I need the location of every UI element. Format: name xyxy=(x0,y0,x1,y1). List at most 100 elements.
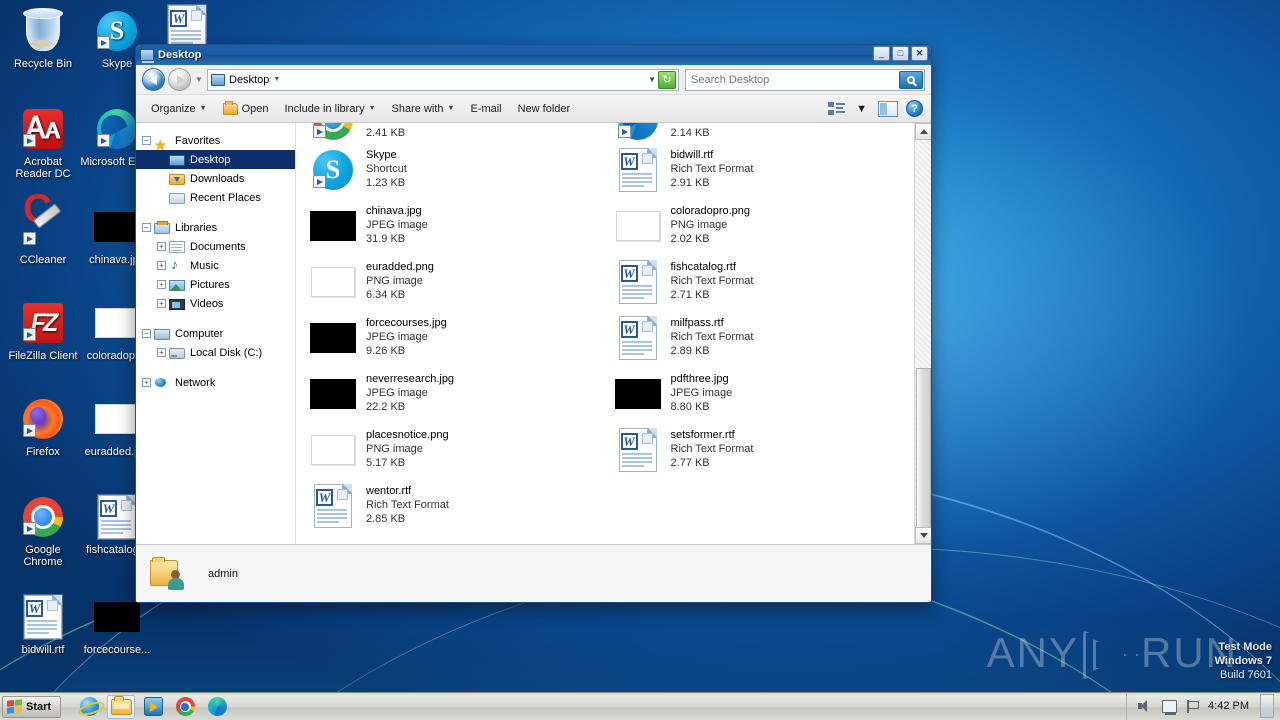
expander-toggle-icon[interactable] xyxy=(157,193,166,202)
desktop-icon-filezilla-client[interactable]: FZ FileZilla Client xyxy=(6,298,80,362)
chevron-down-icon[interactable]: ▼ xyxy=(448,105,455,112)
action-center-flag-icon[interactable] xyxy=(1186,699,1200,713)
file-list-item[interactable]: euradded.png PNG image 6.34 KB xyxy=(304,255,554,311)
desktop-icon-firefox[interactable]: Firefox xyxy=(6,394,80,458)
address-bar[interactable]: ▼ Desktop ▼ ▼ ↻ xyxy=(136,65,931,95)
sidebar-item-pictures[interactable]: + Pictures xyxy=(136,275,295,294)
recent-pages-dropdown-icon[interactable]: ▼ xyxy=(194,75,204,84)
taskbar-button-google-chrome[interactable] xyxy=(171,695,199,719)
chevron-down-icon[interactable]: ▼ xyxy=(200,105,207,112)
expander-toggle-icon[interactable]: + xyxy=(157,242,166,251)
system-tray[interactable]: 4:42 PM xyxy=(1126,692,1280,720)
view-options-chevron-down-icon[interactable]: ▼ xyxy=(853,101,870,117)
expander-toggle-icon[interactable]: − xyxy=(142,136,151,145)
taskbar-button-microsoft-edge[interactable] xyxy=(203,695,231,719)
file-list-item[interactable]: 2.14 KB xyxy=(609,123,859,143)
file-list-view[interactable]: 2.41 KB S Skype Shortcut 1.23 KB chinava.jpg J… xyxy=(296,123,931,544)
command-e-mail[interactable]: E-mail xyxy=(463,100,508,118)
maximize-button[interactable]: □ xyxy=(892,46,909,61)
expander-toggle-icon[interactable]: + xyxy=(142,378,151,387)
file-list-item[interactable]: forcecourses.jpg JPEG image 9.26 KB xyxy=(304,311,554,367)
file-thumbnail xyxy=(613,370,663,418)
windows-explorer-window[interactable]: Desktop _ □ ✕ ▼ Desktop ▼ ▼ ↻ Organize▼O… xyxy=(135,44,932,603)
search-input[interactable] xyxy=(686,70,894,89)
show-desktop-button[interactable] xyxy=(1260,694,1274,718)
sidebar-item-recent-places[interactable]: Recent Places xyxy=(136,188,295,207)
file-name: pdfthree.jpg xyxy=(670,373,729,385)
expander-toggle-icon[interactable]: − xyxy=(142,329,151,338)
back-button[interactable] xyxy=(142,68,165,91)
change-view-icon[interactable] xyxy=(828,101,846,116)
minimize-button[interactable]: _ xyxy=(873,46,890,61)
forward-button[interactable] xyxy=(168,68,191,91)
taskbar-button-windows-explorer[interactable] xyxy=(107,694,136,719)
command-share-with[interactable]: Share with ▼ xyxy=(385,100,462,118)
breadcrumb-address-field[interactable]: Desktop ▼ ▼ ↻ xyxy=(207,68,679,91)
search-button[interactable] xyxy=(899,70,923,89)
scrollbar-thumb[interactable] xyxy=(916,368,931,544)
refresh-button[interactable]: ↻ xyxy=(658,70,676,89)
desktop-icon-ccleaner[interactable]: CCleaner xyxy=(6,202,80,266)
breadcrumb-desktop[interactable]: Desktop xyxy=(229,74,269,86)
command-bar-right[interactable]: ▼ ? xyxy=(828,100,923,117)
command-organize[interactable]: Organize ▼ xyxy=(144,100,214,118)
file-list-item[interactable]: Wsetsformer.rtf Rich Text Format 2.77 KB xyxy=(609,423,859,479)
expander-toggle-icon[interactable] xyxy=(157,155,166,164)
taskbar-button-internet-explorer[interactable] xyxy=(75,695,103,719)
file-list-item[interactable]: coloradopro.png PNG image 2.02 KB xyxy=(609,199,859,255)
expander-toggle-icon[interactable]: + xyxy=(157,261,166,270)
command-bar[interactable]: Organize ▼ Open Include in library ▼ Share wi… xyxy=(136,95,931,123)
help-icon[interactable]: ? xyxy=(906,100,923,117)
sidebar-item-videos[interactable]: + Videos xyxy=(136,294,295,313)
expander-toggle-icon[interactable]: + xyxy=(157,348,166,357)
clock[interactable]: 4:42 PM xyxy=(1208,700,1249,712)
desktop-icon-google-chrome[interactable]: Google Chrome xyxy=(6,492,80,568)
file-list-item[interactable]: neverresearch.jpg JPEG image 22.2 KB xyxy=(304,367,554,423)
expander-toggle-icon[interactable] xyxy=(157,174,166,183)
file-list-item[interactable]: pdfthree.jpg JPEG image 8.80 KB xyxy=(609,367,859,423)
chevron-down-icon[interactable]: ▼ xyxy=(369,105,376,112)
file-list-item[interactable]: Wbidwill.rtf Rich Text Format 2.91 KB xyxy=(609,143,859,199)
scroll-up-button[interactable] xyxy=(915,123,931,140)
command-new-folder[interactable]: New folder xyxy=(511,100,578,118)
close-button[interactable]: ✕ xyxy=(911,46,928,61)
expander-toggle-icon[interactable]: − xyxy=(142,223,151,232)
network-icon[interactable] xyxy=(1162,699,1178,715)
taskbar-button-windows-media-player[interactable] xyxy=(139,695,167,719)
show-preview-pane-icon[interactable] xyxy=(878,100,898,117)
address-history-chevron-down-icon[interactable]: ▼ xyxy=(648,75,656,84)
nav-group-computer[interactable]: − Computer xyxy=(136,324,295,343)
desktop-icon-bidwill-rtf[interactable]: Wbidwill.rtf xyxy=(6,592,80,656)
nav-group-libraries[interactable]: − Libraries xyxy=(136,218,295,237)
navigation-pane[interactable]: − Favorites Desktop Downloads Recent Places −… xyxy=(136,123,296,544)
vertical-scrollbar[interactable] xyxy=(914,123,931,544)
file-list-item[interactable]: chinava.jpg JPEG image 31.9 KB xyxy=(304,199,554,255)
sidebar-item-documents[interactable]: + Documents xyxy=(136,237,295,256)
command-open[interactable]: Open xyxy=(216,100,276,118)
scroll-down-button[interactable] xyxy=(915,527,931,544)
taskbar-buttons[interactable] xyxy=(75,694,231,719)
search-box[interactable] xyxy=(685,68,925,91)
expander-toggle-icon[interactable]: + xyxy=(157,299,166,308)
nav-group-network[interactable]: + Network xyxy=(136,373,295,392)
desktop-icon-recycle-bin[interactable]: Recycle Bin xyxy=(6,6,80,70)
sidebar-item-music[interactable]: + Music xyxy=(136,256,295,275)
nav-group-favorites[interactable]: − Favorites xyxy=(136,131,295,154)
file-list-item[interactable]: placesnotice.png PNG image 5.17 KB xyxy=(304,423,554,479)
volume-icon[interactable] xyxy=(1137,699,1153,714)
file-list-item[interactable]: Wfishcatalog.rtf Rich Text Format 2.71 KB xyxy=(609,255,859,311)
taskbar[interactable]: Start 4:42 PM xyxy=(0,692,1280,720)
desktop-icon-acrobat-reader-dc[interactable]: 🗛 Acrobat Reader DC xyxy=(6,104,80,180)
start-button[interactable]: Start xyxy=(2,695,62,718)
file-list-item[interactable]: Wmilfpass.rtf Rich Text Format 2.89 KB xyxy=(609,311,859,367)
breadcrumb-chevron-down-icon[interactable]: ▼ xyxy=(273,76,280,83)
file-list-item[interactable]: Wwentor.rtf Rich Text Format 2.85 KB xyxy=(304,479,554,535)
expander-toggle-icon[interactable]: + xyxy=(157,280,166,289)
sidebar-item-downloads[interactable]: Downloads xyxy=(136,169,295,188)
sidebar-item-local-disk-c[interactable]: + Local Disk (C:) xyxy=(136,343,295,362)
command-include-in-library[interactable]: Include in library ▼ xyxy=(278,100,383,118)
file-list-item[interactable]: S Skype Shortcut 1.23 KB xyxy=(304,143,554,199)
window-controls[interactable]: _ □ ✕ xyxy=(873,46,928,61)
explorer-title-bar[interactable]: Desktop _ □ ✕ xyxy=(136,45,931,65)
file-list-item[interactable]: 2.41 KB xyxy=(304,123,554,143)
